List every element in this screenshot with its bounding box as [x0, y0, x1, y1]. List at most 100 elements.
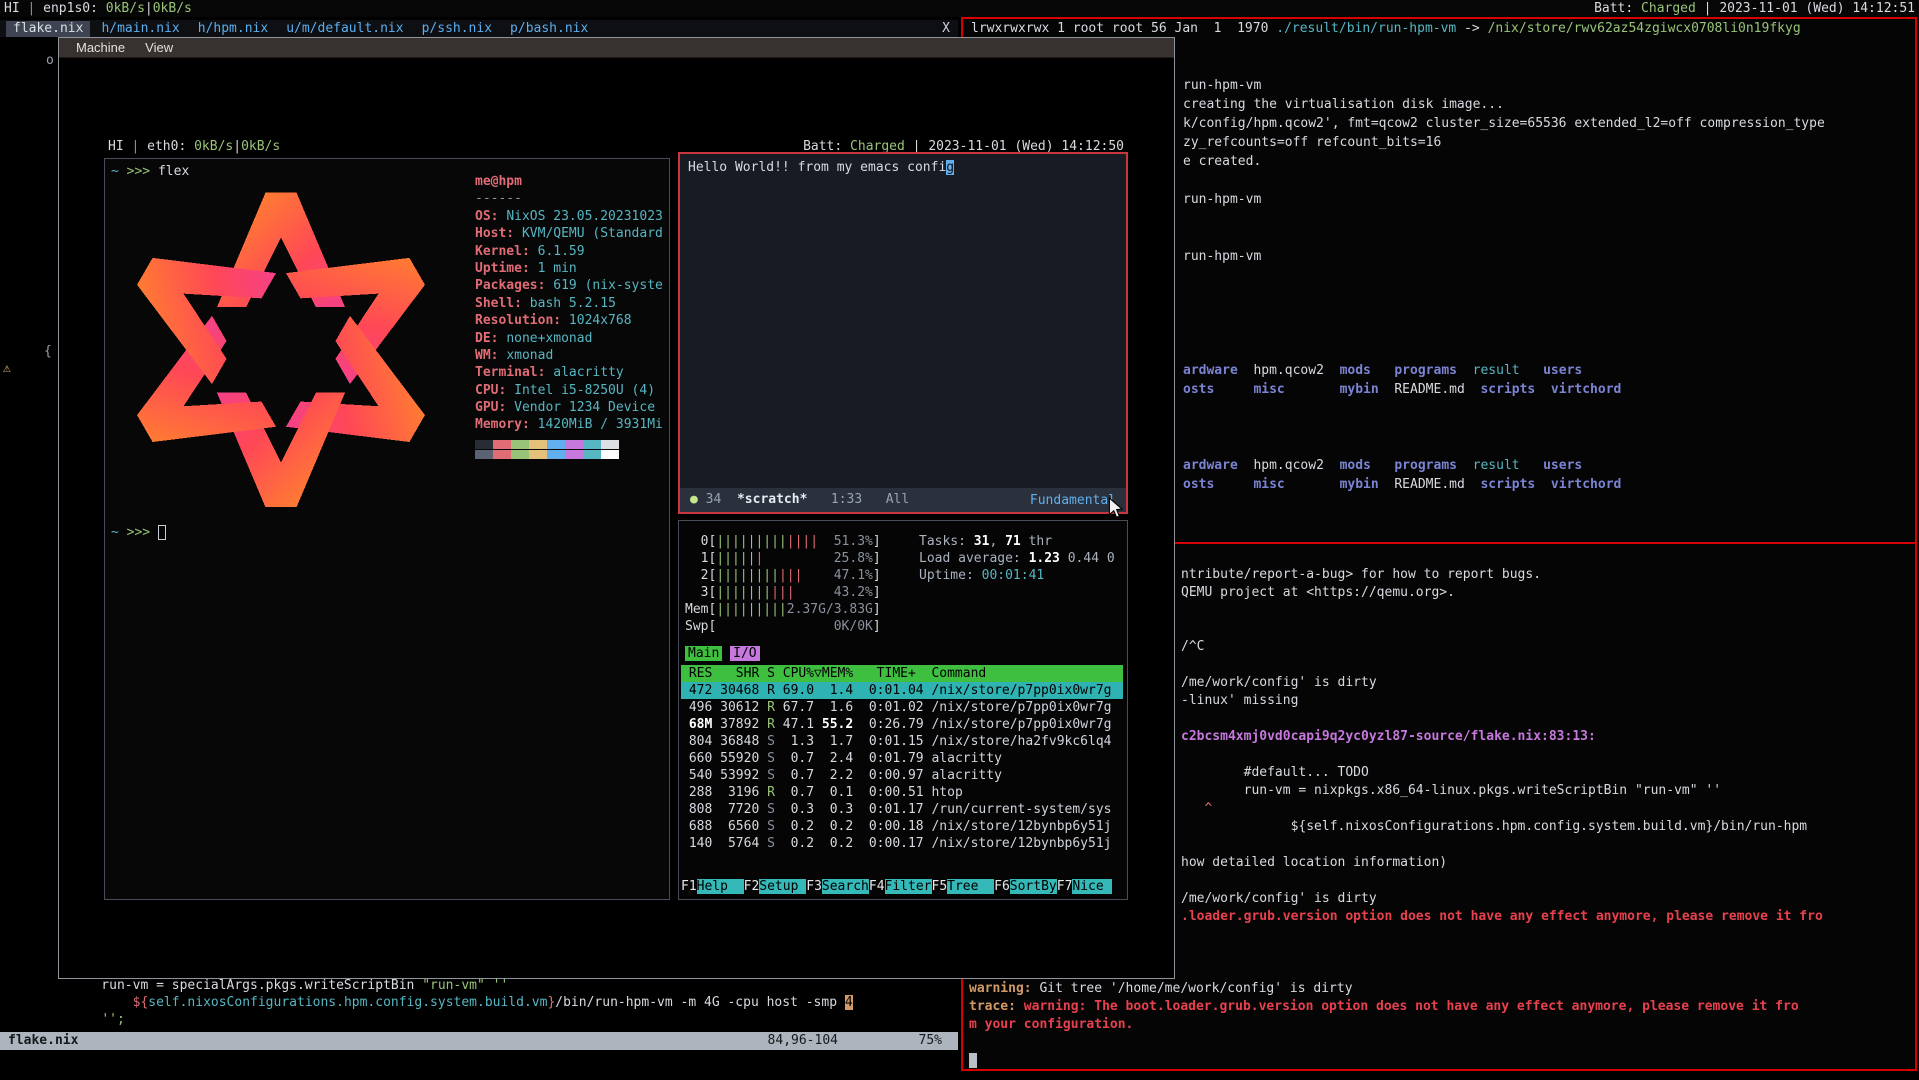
emacs-modeline-left: ● 34 *scratch* 1:33 All — [690, 488, 909, 512]
text-line: trace: warning: The boot.loader.grub.ver… — [969, 998, 1915, 1016]
mouse-cursor — [1106, 497, 1126, 519]
text-line: 472 30468 R 69.0 1.4 0:01.04 /nix/store/… — [681, 682, 1123, 699]
guest-display[interactable]: HI | eth0: 0kB/s|0kB/s Batt: Charged | 2… — [104, 138, 1128, 906]
text-line: RES SHR S CPU%▽MEM% TIME+ Command — [681, 665, 1123, 682]
statusline-scroll-percent: 75% — [919, 1032, 942, 1050]
text-line: Uptime: 1 min — [475, 260, 665, 277]
palette-swatch — [529, 450, 547, 459]
text-line: F1Help F2Setup F3SearchF4FilterF5Tree F6… — [681, 878, 1112, 895]
text-line — [969, 1034, 1915, 1052]
palette-swatch — [475, 450, 493, 459]
text-line: DE: none+xmonad — [475, 330, 665, 347]
htop-screen-tabs[interactable]: Main I/O — [685, 645, 760, 662]
text-line: 2[||||||||||| 47.1%] — [685, 567, 881, 584]
guest-fetch-terminal[interactable]: ~ >>> flex — [104, 158, 670, 900]
text-line: ● 34 *scratch* 1:33 All — [690, 488, 909, 512]
palette-swatch — [601, 450, 619, 459]
text-line: Batt: Charged | 2023-11-01 (Wed) 14:12:5… — [1594, 0, 1915, 17]
htop-process-table[interactable]: RES SHR S CPU%▽MEM% TIME+ Command 472 30… — [681, 665, 1123, 852]
palette-swatch — [601, 440, 619, 449]
text-line: Terminal: alacritty — [475, 364, 665, 381]
text-line: ${self.nixosConfigurations.hpm.config.sy… — [70, 994, 956, 1011]
text-line: warning: Git tree '/home/me/work/config'… — [969, 980, 1915, 998]
warning-sign-icon: ⚠ — [3, 361, 11, 376]
tab-flake-nix[interactable]: flake.nix — [6, 21, 90, 37]
editor-statusline: flake.nix 84,96-104 75% — [0, 1032, 958, 1050]
palette-swatch — [529, 440, 547, 449]
editor-text-fragment: { — [44, 344, 52, 359]
text-line: 68M 37892 R 47.1 55.2 0:26.79 /nix/store… — [681, 716, 1123, 733]
fetch-system-info: me@hpm------OS: NixOS 23.05.20231023Host… — [475, 173, 665, 434]
text-line: OS: NixOS 23.05.20231023 — [475, 208, 665, 225]
text-line: ~ >>> — [111, 524, 166, 541]
tab-hpm-nix[interactable]: h/hpm.nix — [191, 21, 275, 37]
text-line: Resolution: 1024x768 — [475, 312, 665, 329]
menu-machine[interactable]: Machine — [67, 39, 134, 56]
text-line: 1[|||||| 25.8%] — [685, 550, 881, 567]
tab-default-nix[interactable]: u/m/default.nix — [279, 21, 410, 37]
guest-network-status: HI | eth0: 0kB/s|0kB/s — [108, 138, 280, 156]
text-line: Hello World!! from my emacs config — [688, 159, 954, 176]
guest-emacs-window[interactable]: Hello World!! from my emacs config ● 34 … — [678, 152, 1128, 514]
text-line: Mem[|||||||||2.37G/3.83G] — [685, 601, 881, 618]
htop-cpu-memory-meters: 0[||||||||||||| 51.3%] 1[|||||| 25.8%] 2… — [685, 533, 881, 635]
text-line: Host: KVM/QEMU (Standard — [475, 225, 665, 242]
palette-swatch — [475, 440, 493, 449]
text-line: Shell: bash 5.2.15 — [475, 295, 665, 312]
text-line: Tasks: 31, 71 thr — [919, 533, 1115, 550]
editor-buffer[interactable]: run-vm = specialArgs.pkgs.writeScriptBin… — [70, 977, 956, 1028]
text-line: CPU: Intel i5-8250U (4) — [475, 382, 665, 399]
text-line: HI | eth0: 0kB/s|0kB/s — [108, 138, 280, 156]
shell-prompt: ~ >>> flex — [111, 163, 189, 180]
text-line: 496 30612 R 67.7 1.6 0:01.02 /nix/store/… — [681, 699, 1123, 716]
palette-swatch — [547, 450, 565, 459]
text-line: ''; — [70, 1011, 956, 1028]
host-network-status: HI | enp1s0: 0kB/s|0kB/s — [4, 0, 192, 17]
text-line: Uptime: 00:01:41 — [919, 567, 1115, 584]
host-status-bar: HI | enp1s0: 0kB/s|0kB/s Batt: Charged |… — [0, 0, 1919, 17]
palette-swatch — [493, 440, 511, 449]
text-line: WM: xmonad — [475, 347, 665, 364]
emacs-modeline: ● 34 *scratch* 1:33 All Fundamental — [680, 488, 1126, 512]
htop-tasks-load-uptime: Tasks: 31, 71 thrLoad average: 1.23 0.44… — [919, 533, 1115, 584]
text-line: 3[|||||||||| 43.2%] — [685, 584, 881, 601]
text-line: Main I/O — [685, 645, 760, 662]
palette-swatch — [565, 450, 583, 459]
host-battery-clock: Batt: Charged | 2023-11-01 (Wed) 14:12:5… — [1594, 0, 1915, 17]
palette-swatch — [583, 450, 601, 459]
tab-bash-nix[interactable]: p/bash.nix — [503, 21, 595, 37]
palette-swatch — [547, 440, 565, 449]
text-line: lrwxrwxrwx 1 root root 56 Jan 1 1970 ./r… — [971, 19, 1915, 38]
menu-view[interactable]: View — [136, 39, 182, 56]
shell-prompt-cursor: ~ >>> — [111, 524, 166, 541]
qemu-menubar: Machine View — [59, 38, 1174, 58]
text-line: GPU: Vendor 1234 Device — [475, 399, 665, 416]
text-line: Swp[ 0K/0K] — [685, 618, 881, 635]
editor-text-fragment: o — [46, 53, 54, 68]
palette-swatch — [565, 440, 583, 449]
text-line: HI | enp1s0: 0kB/s|0kB/s — [4, 0, 192, 17]
text-line: run-vm = specialArgs.pkgs.writeScriptBin… — [70, 977, 956, 994]
text-line: me@hpm — [475, 173, 665, 190]
text-line: 0[||||||||||||| 51.3%] — [685, 533, 881, 550]
text-line: 804 36848 S 1.3 1.7 0:01.15 /nix/store/h… — [681, 733, 1123, 750]
palette-swatch — [493, 450, 511, 459]
text-line: 288 3196 R 0.7 0.1 0:00.51 htop — [681, 784, 1123, 801]
guest-htop-window[interactable]: 0[||||||||||||| 51.3%] 1[|||||| 25.8%] 2… — [678, 520, 1128, 900]
palette-swatch — [511, 450, 529, 459]
statusline-filename: flake.nix — [8, 1032, 78, 1050]
terminal-color-palette — [475, 440, 619, 449]
tab-main-nix[interactable]: h/main.nix — [94, 21, 186, 37]
htop-function-key-bar[interactable]: F1Help F2Setup F3SearchF4FilterF5Tree F6… — [681, 878, 1112, 895]
text-line: Memory: 1420MiB / 3931Mi — [475, 416, 665, 433]
tab-ssh-nix[interactable]: p/ssh.nix — [415, 21, 499, 37]
text-line: Packages: 619 (nix-syste — [475, 277, 665, 294]
editor-tabbar: flake.nix h/main.nix h/hpm.nix u/m/defau… — [0, 20, 958, 37]
palette-swatch — [511, 440, 529, 449]
terminal-color-palette-bright — [475, 450, 619, 459]
qemu-vm-window[interactable]: Machine View HI | eth0: 0kB/s|0kB/s Batt… — [58, 37, 1175, 979]
tab-close-button[interactable]: X — [942, 21, 950, 36]
emacs-major-mode: Fundamental — [1030, 493, 1116, 508]
emacs-buffer-text: Hello World!! from my emacs config — [688, 159, 954, 176]
statusline-cursor-position: 84,96-104 — [768, 1032, 838, 1050]
